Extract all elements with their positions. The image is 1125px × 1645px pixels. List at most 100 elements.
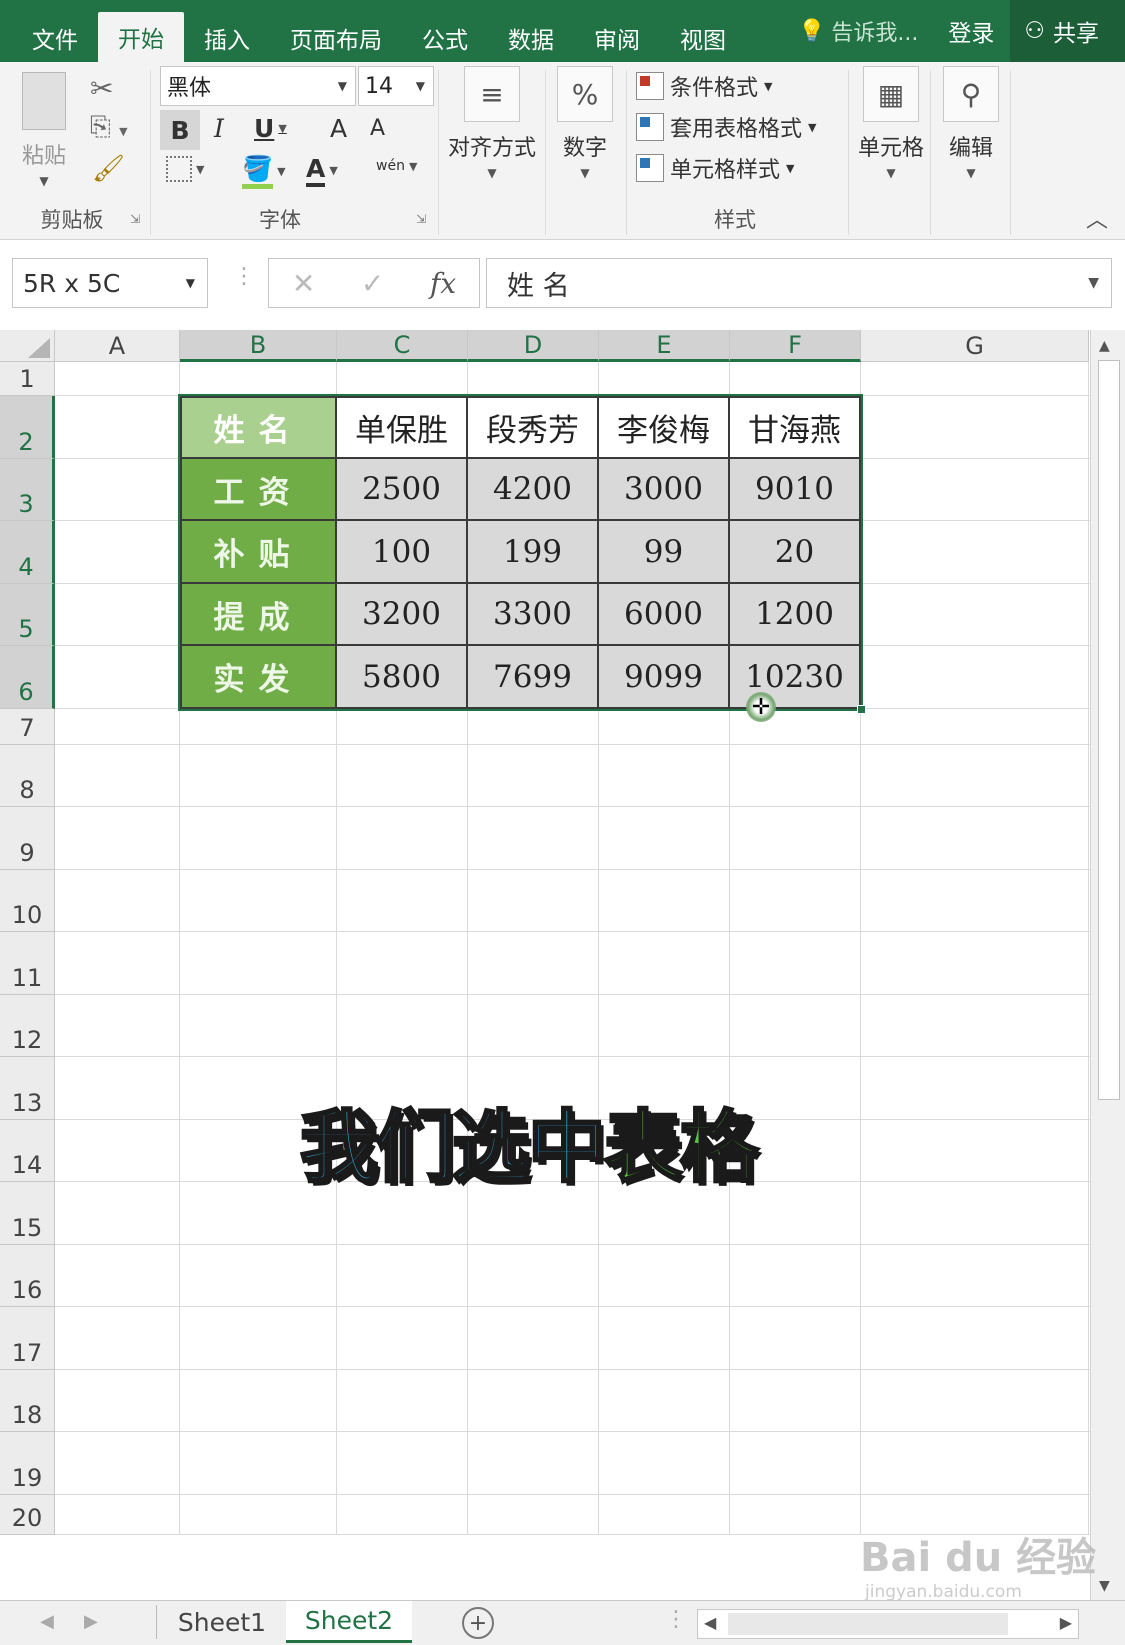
scroll-down-icon[interactable]: ▼ [1099, 1578, 1110, 1594]
table-value-cell[interactable]: 4200 [468, 459, 599, 521]
row-header-16[interactable]: 16 [0, 1245, 55, 1307]
row-header-14[interactable]: 14 [0, 1120, 55, 1182]
insert-function-button[interactable]: fx [430, 267, 456, 300]
font-color-button[interactable]: A ▼ [306, 154, 338, 187]
table-name-cell[interactable]: 甘海燕 [730, 396, 861, 459]
font-size-combo[interactable]: 14 ▼ [358, 66, 434, 106]
border-button[interactable]: ▼ [166, 156, 204, 182]
number-format-button[interactable]: % 数字 ▼ [552, 66, 618, 180]
table-value-cell[interactable]: 6000 [599, 584, 730, 646]
grow-font-button[interactable]: A [330, 114, 347, 143]
tab-formulas[interactable]: 公式 [402, 14, 488, 62]
cancel-icon[interactable]: ✕ [292, 267, 315, 300]
sheet-tab-sheet2[interactable]: Sheet2 [286, 1601, 412, 1643]
cell-styles-button[interactable]: 单元格样式 ▼ [636, 152, 794, 184]
tab-insert[interactable]: 插入 [184, 14, 270, 62]
row-header-11[interactable]: 11 [0, 932, 55, 995]
tell-me-search[interactable]: 💡 告诉我... [784, 15, 932, 47]
column-header-d[interactable]: D [468, 330, 599, 362]
row-header-18[interactable]: 18 [0, 1370, 55, 1432]
row-header-2[interactable]: 2 [0, 396, 55, 459]
table-name-cell[interactable]: 段秀芳 [468, 396, 599, 459]
phonetic-button[interactable]: wén ▼ [376, 158, 417, 174]
cells-button[interactable]: ▦ 单元格 ▼ [852, 66, 930, 180]
column-header-e[interactable]: E [599, 330, 730, 362]
sheet-tab-sheet1[interactable]: Sheet1 [160, 1601, 284, 1643]
column-header-a[interactable]: A [55, 330, 180, 362]
table-value-cell[interactable]: 99 [599, 521, 730, 584]
row-header-1[interactable]: 1 [0, 362, 55, 396]
table-value-cell[interactable]: 3300 [468, 584, 599, 646]
tab-file[interactable]: 文件 [12, 14, 98, 62]
table-value-cell[interactable]: 9099 [599, 646, 730, 709]
conditional-formatting-button[interactable]: 条件格式 ▼ [636, 70, 772, 102]
font-name-combo[interactable]: 黑体 ▼ [160, 66, 356, 106]
login-button[interactable]: 登录 [932, 14, 1010, 48]
horizontal-scrollbar[interactable]: ◀ ▶ [697, 1609, 1079, 1639]
copy-icon[interactable]: ⎘ ▼ [90, 112, 128, 143]
table-value-cell[interactable]: 1200 [730, 584, 861, 646]
font-launcher-icon[interactable]: ⇲ [416, 212, 426, 226]
editing-button[interactable]: ⚲ 编辑 ▼ [936, 66, 1006, 180]
paste-button[interactable]: 粘贴 ▼ [22, 72, 66, 188]
row-header-3[interactable]: 3 [0, 459, 55, 521]
name-box[interactable]: 5R x 5C ▼ [12, 258, 208, 308]
table-value-cell[interactable]: 3200 [337, 584, 468, 646]
vertical-scrollbar[interactable]: ▲ ▼ [1090, 330, 1125, 1600]
prev-sheet-icon[interactable]: ◀ [40, 1611, 54, 1632]
table-label-cell[interactable]: 补贴 [180, 521, 337, 584]
table-value-cell[interactable]: 7699 [468, 646, 599, 709]
row-header-17[interactable]: 17 [0, 1307, 55, 1370]
row-header-7[interactable]: 7 [0, 709, 55, 745]
tab-view[interactable]: 视图 [660, 14, 746, 62]
worksheet-grid[interactable]: A B C D E F G 1 2 3 4 5 6 7 8 9 10 11 12 13 14 15 16 17 18 19 20 姓名… [0, 330, 1090, 1600]
expand-formula-icon[interactable]: ▼ [1088, 275, 1099, 291]
column-header-g[interactable]: G [861, 330, 1089, 362]
table-value-cell[interactable]: 9010 [730, 459, 861, 521]
table-label-cell[interactable]: 实发 [180, 646, 337, 709]
table-label-cell[interactable]: 提成 [180, 584, 337, 646]
underline-button[interactable]: U ▼ [254, 114, 287, 143]
italic-button[interactable]: I [214, 114, 224, 143]
row-header-13[interactable]: 13 [0, 1057, 55, 1120]
table-value-cell[interactable]: 2500 [337, 459, 468, 521]
fill-color-button[interactable]: 🪣 ▼ [242, 154, 286, 189]
fill-handle[interactable] [857, 705, 866, 714]
scroll-up-icon[interactable]: ▲ [1099, 338, 1110, 354]
column-header-b[interactable]: B [180, 330, 337, 362]
row-header-12[interactable]: 12 [0, 995, 55, 1057]
table-label-cell[interactable]: 工资 [180, 459, 337, 521]
row-header-19[interactable]: 19 [0, 1432, 55, 1495]
table-header-cell[interactable]: 姓名 [180, 396, 337, 459]
enter-check-icon[interactable]: ✓ [361, 267, 384, 300]
table-value-cell[interactable]: 20 [730, 521, 861, 584]
column-header-c[interactable]: C [337, 330, 468, 362]
table-value-cell[interactable]: 3000 [599, 459, 730, 521]
table-name-cell[interactable]: 李俊梅 [599, 396, 730, 459]
next-sheet-icon[interactable]: ▶ [84, 1611, 98, 1632]
scroll-left-icon[interactable]: ◀ [704, 1613, 716, 1632]
scroll-thumb[interactable] [1098, 360, 1120, 1100]
scroll-right-icon[interactable]: ▶ [1060, 1613, 1072, 1632]
format-painter-icon[interactable]: 🖌 [92, 154, 125, 184]
bold-button[interactable]: B [160, 110, 200, 150]
formula-input[interactable]: 姓 名 ▼ [486, 258, 1112, 308]
select-all-button[interactable] [0, 330, 55, 362]
cut-icon[interactable]: ✂ [90, 72, 113, 105]
grip-dots-icon[interactable]: ⋮ [665, 1607, 687, 1632]
tab-review[interactable]: 审阅 [574, 14, 660, 62]
format-as-table-button[interactable]: 套用表格格式 ▼ [636, 111, 816, 143]
tab-home[interactable]: 开始 [98, 12, 184, 62]
tab-page-layout[interactable]: 页面布局 [270, 14, 402, 62]
share-button[interactable]: ⚇ 共享 [1010, 0, 1125, 62]
row-header-5[interactable]: 5 [0, 584, 55, 646]
table-value-cell[interactable]: 5800 [337, 646, 468, 709]
row-header-15[interactable]: 15 [0, 1182, 55, 1245]
add-sheet-icon[interactable]: + [462, 1607, 494, 1639]
collapse-ribbon-icon[interactable]: ︿ [1086, 202, 1108, 234]
row-header-9[interactable]: 9 [0, 807, 55, 870]
table-value-cell[interactable]: 199 [468, 521, 599, 584]
row-header-4[interactable]: 4 [0, 521, 55, 584]
row-header-20[interactable]: 20 [0, 1495, 55, 1535]
table-value-cell[interactable]: 100 [337, 521, 468, 584]
